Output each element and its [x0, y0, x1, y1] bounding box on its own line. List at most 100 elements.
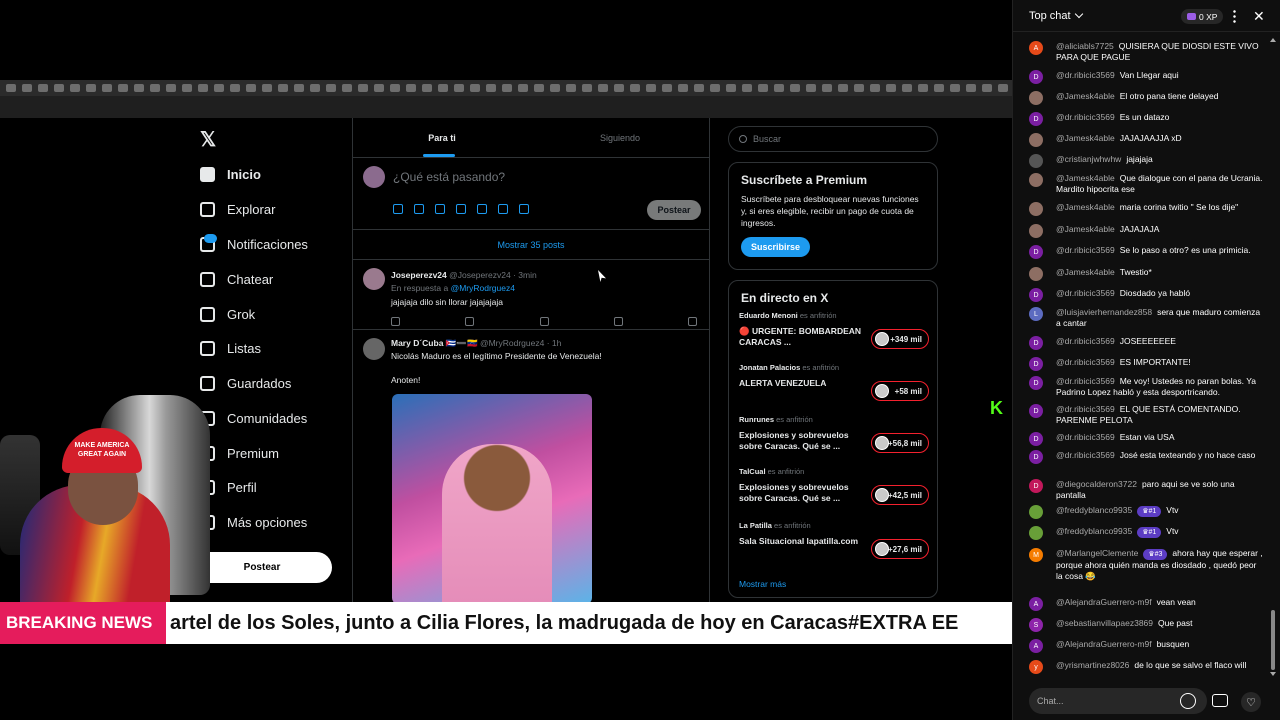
- bookmark-favicon-icon[interactable]: [406, 84, 416, 92]
- bookmark-favicon-icon[interactable]: [534, 84, 544, 92]
- nav-item-grok[interactable]: Grok: [200, 302, 255, 326]
- chat-username[interactable]: @AlejandraGuerrero-m9f: [1056, 639, 1152, 649]
- chat-message[interactable]: A @aliciabls7725 QUISIERA QUE DIOSDI ESTE …: [1029, 41, 1265, 63]
- super-chat-icon[interactable]: [1212, 694, 1228, 707]
- bookmark-favicon-icon[interactable]: [982, 84, 992, 92]
- nav-item-premium[interactable]: Premium: [200, 441, 279, 465]
- chat-username[interactable]: @dr.ribicic3569: [1056, 432, 1115, 442]
- chat-message[interactable]: @Jamesk4able JAJAJAAJJA xD: [1029, 133, 1265, 147]
- bookmark-favicon-icon[interactable]: [822, 84, 832, 92]
- chat-message[interactable]: D @dr.ribicic3569 ES IMPORTANTE!: [1029, 357, 1265, 371]
- chat-message[interactable]: @freddyblanco9935 ♛#1 Vtv: [1029, 526, 1265, 540]
- chat-username[interactable]: @luisjavierhernandez858: [1056, 307, 1152, 317]
- tweet[interactable]: Joseperezv24 @Joseperezv24 · 3min En res…: [353, 260, 709, 330]
- live-space-item[interactable]: TalCual es anfitrión Explosiones y sobrev…: [739, 467, 929, 505]
- bookmark-favicon-icon[interactable]: [806, 84, 816, 92]
- listener-pill[interactable]: +27,6 mil: [871, 539, 929, 559]
- bookmark-favicon-icon[interactable]: [870, 84, 880, 92]
- chat-username[interactable]: @dr.ribicic3569: [1056, 70, 1115, 80]
- chat-message[interactable]: @freddyblanco9935 ♛#1 Vtv: [1029, 505, 1265, 519]
- listener-pill[interactable]: +58 mil: [871, 381, 929, 401]
- avatar[interactable]: [363, 268, 385, 290]
- chat-message[interactable]: @cristianjwhwhw jajajaja: [1029, 154, 1265, 168]
- chat-message[interactable]: @Jamesk4able Twestio*: [1029, 267, 1265, 281]
- more-vert-icon[interactable]: [1233, 9, 1236, 23]
- bookmark-favicon-icon[interactable]: [246, 84, 256, 92]
- chat-message[interactable]: D @dr.ribicic3569 José esta texteando y no…: [1029, 450, 1265, 464]
- bookmark-favicon-icon[interactable]: [166, 84, 176, 92]
- bookmark-favicon-icon[interactable]: [102, 84, 112, 92]
- bookmark-favicon-icon[interactable]: [950, 84, 960, 92]
- reply-handle[interactable]: @MryRodrguez4: [451, 283, 515, 293]
- chat-message[interactable]: D @dr.ribicic3569 Estan via USA: [1029, 432, 1265, 446]
- chat-username[interactable]: @dr.ribicic3569: [1056, 376, 1115, 386]
- avatar[interactable]: D: [1029, 404, 1043, 418]
- heart-icon[interactable]: ♡: [1241, 692, 1261, 712]
- bookmark-favicon-icon[interactable]: [758, 84, 768, 92]
- bookmark-favicon-icon[interactable]: [694, 84, 704, 92]
- subscribe-button[interactable]: Suscribirse: [741, 237, 811, 257]
- chat-message[interactable]: @Jamesk4able Que dialogue con el pana de …: [1029, 173, 1265, 195]
- chat-message[interactable]: D @dr.ribicic3569 Se lo paso a otro? es un…: [1029, 245, 1265, 259]
- close-icon[interactable]: ✕: [1253, 8, 1265, 25]
- bookmark-favicon-icon[interactable]: [326, 84, 336, 92]
- nav-item-listas[interactable]: Listas: [200, 336, 261, 360]
- chat-username[interactable]: @Jamesk4able: [1056, 173, 1115, 183]
- bookmark-favicon-icon[interactable]: [678, 84, 688, 92]
- bookmark-favicon-icon[interactable]: [454, 84, 464, 92]
- grok-icon[interactable]: [435, 204, 445, 214]
- avatar[interactable]: A: [1029, 597, 1043, 611]
- chat-username[interactable]: @Jamesk4able: [1056, 91, 1115, 101]
- avatar[interactable]: D: [1029, 376, 1043, 390]
- bookmark-favicon-icon[interactable]: [854, 84, 864, 92]
- bookmark-favicon-icon[interactable]: [198, 84, 208, 92]
- bookmark-favicon-icon[interactable]: [662, 84, 672, 92]
- listener-pill[interactable]: +42,5 mil: [871, 485, 929, 505]
- emoji-icon[interactable]: [477, 204, 487, 214]
- chat-message[interactable]: D @dr.ribicic3569 Diosdado ya habló: [1029, 288, 1265, 302]
- poll-icon[interactable]: [456, 204, 466, 214]
- bookmark-favicon-icon[interactable]: [582, 84, 592, 92]
- chat-username[interactable]: @dr.ribicic3569: [1056, 245, 1115, 255]
- avatar[interactable]: [1029, 526, 1043, 540]
- bookmark-favicon-icon[interactable]: [934, 84, 944, 92]
- schedule-icon[interactable]: [498, 204, 508, 214]
- chat-message[interactable]: A @AlejandraGuerrero-m9f vean vean: [1029, 597, 1265, 611]
- avatar[interactable]: L: [1029, 307, 1043, 321]
- avatar[interactable]: D: [1029, 288, 1043, 302]
- bookmark-favicon-icon[interactable]: [70, 84, 80, 92]
- avatar[interactable]: [1029, 173, 1043, 187]
- avatar[interactable]: D: [1029, 432, 1043, 446]
- chat-message[interactable]: y @yrismartinez8026 de lo que se salvo el …: [1029, 660, 1265, 674]
- avatar[interactable]: A: [1029, 41, 1043, 55]
- bookmark-favicon-icon[interactable]: [358, 84, 368, 92]
- like-icon[interactable]: [539, 317, 549, 326]
- chat-username[interactable]: @Jamesk4able: [1056, 133, 1115, 143]
- bookmark-favicon-icon[interactable]: [342, 84, 352, 92]
- tweet-image[interactable]: [392, 394, 592, 602]
- avatar[interactable]: D: [1029, 336, 1043, 350]
- avatar[interactable]: D: [1029, 357, 1043, 371]
- image-icon[interactable]: [393, 204, 403, 214]
- avatar[interactable]: D: [1029, 479, 1043, 493]
- bookmark-favicon-icon[interactable]: [422, 84, 432, 92]
- bookmark-favicon-icon[interactable]: [614, 84, 624, 92]
- chat-username[interactable]: @Jamesk4able: [1056, 224, 1115, 234]
- bookmark-favicon-icon[interactable]: [262, 84, 272, 92]
- reply-icon[interactable]: [391, 317, 400, 326]
- tweet-handle[interactable]: @MryRodrguez4: [480, 338, 544, 348]
- bookmark-favicon-icon[interactable]: [790, 84, 800, 92]
- retweet-icon[interactable]: [465, 317, 475, 326]
- chat-message[interactable]: L @luisjavierhernandez858 sera que maduro …: [1029, 307, 1265, 329]
- bookmark-favicon-icon[interactable]: [838, 84, 848, 92]
- bookmark-favicon-icon[interactable]: [710, 84, 720, 92]
- chat-message[interactable]: @Jamesk4able El otro pana tiene delayed: [1029, 91, 1265, 105]
- chat-message[interactable]: D @diegocalderon3722 paro aqui se ve solo …: [1029, 479, 1265, 501]
- bookmark-favicon-icon[interactable]: [646, 84, 656, 92]
- avatar[interactable]: [1029, 224, 1043, 238]
- avatar[interactable]: [363, 338, 385, 360]
- bookmark-favicon-icon[interactable]: [550, 84, 560, 92]
- chat-mode-select[interactable]: Top chat: [1029, 10, 1071, 22]
- tweet-author[interactable]: Joseperezv24: [391, 270, 447, 280]
- bookmark-favicon-icon[interactable]: [150, 84, 160, 92]
